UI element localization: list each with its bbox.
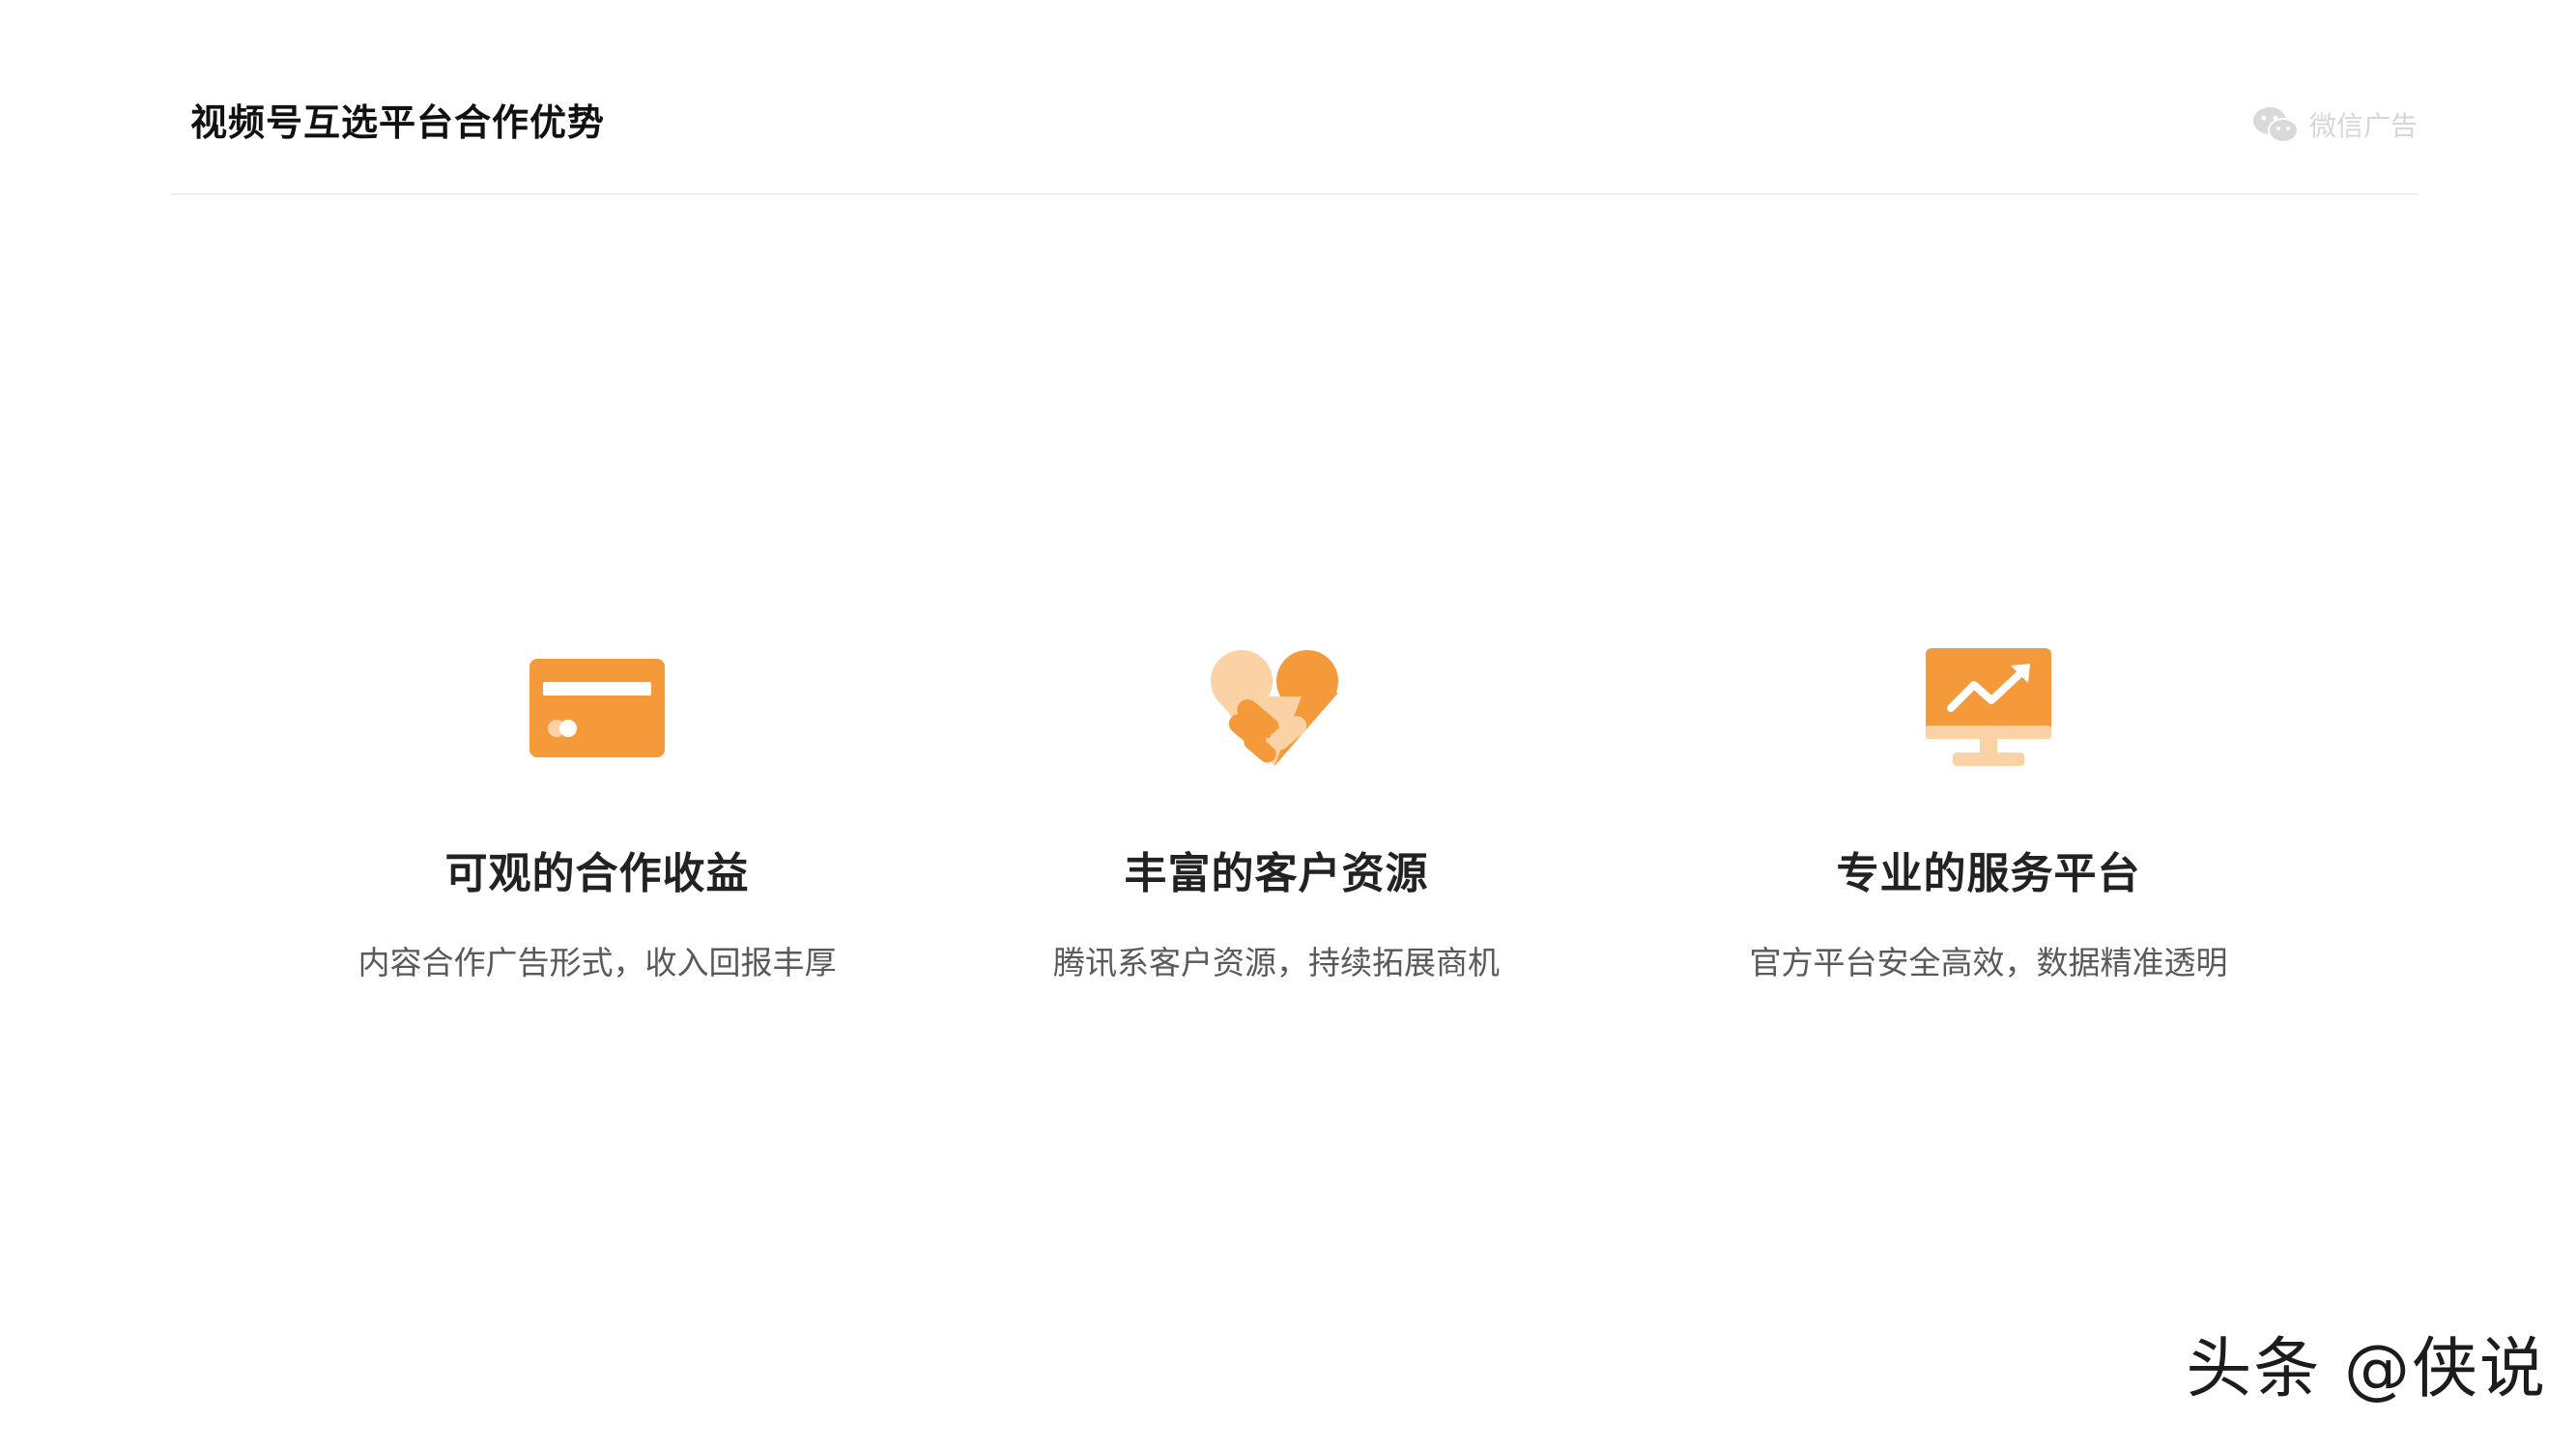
header-divider	[170, 193, 2418, 195]
feature-description: 官方平台安全高效，数据精准透明	[1749, 944, 2228, 981]
handshake-heart-icon	[1204, 645, 1349, 771]
feature-description: 腾讯系客户资源，持续拓展商机	[1053, 944, 1500, 981]
feature-description: 内容合作广告形式，收入回报丰厚	[358, 944, 837, 981]
brand-label: 微信广告	[2308, 110, 2418, 142]
credit-card-icon	[525, 645, 670, 771]
page-title: 视频号互选平台合作优势	[190, 101, 606, 144]
monitor-trend-icon	[1916, 645, 2061, 771]
feature-title: 丰富的客户资源	[1124, 849, 1429, 898]
feature-title: 专业的服务平台	[1836, 849, 2141, 898]
wechat-icon	[2251, 104, 2300, 145]
feature-clients: 丰富的客户资源 腾讯系客户资源，持续拓展商机	[929, 645, 1624, 983]
feature-platform: 专业的服务平台 官方平台安全高效，数据精准透明	[1641, 645, 2336, 983]
watermark: 头条 @侠说	[2186, 1331, 2547, 1407]
feature-title: 可观的合作收益	[444, 849, 750, 898]
feature-revenue: 可观的合作收益 内容合作广告形式，收入回报丰厚	[249, 645, 945, 983]
brand-logo: 微信广告	[2251, 104, 2418, 145]
